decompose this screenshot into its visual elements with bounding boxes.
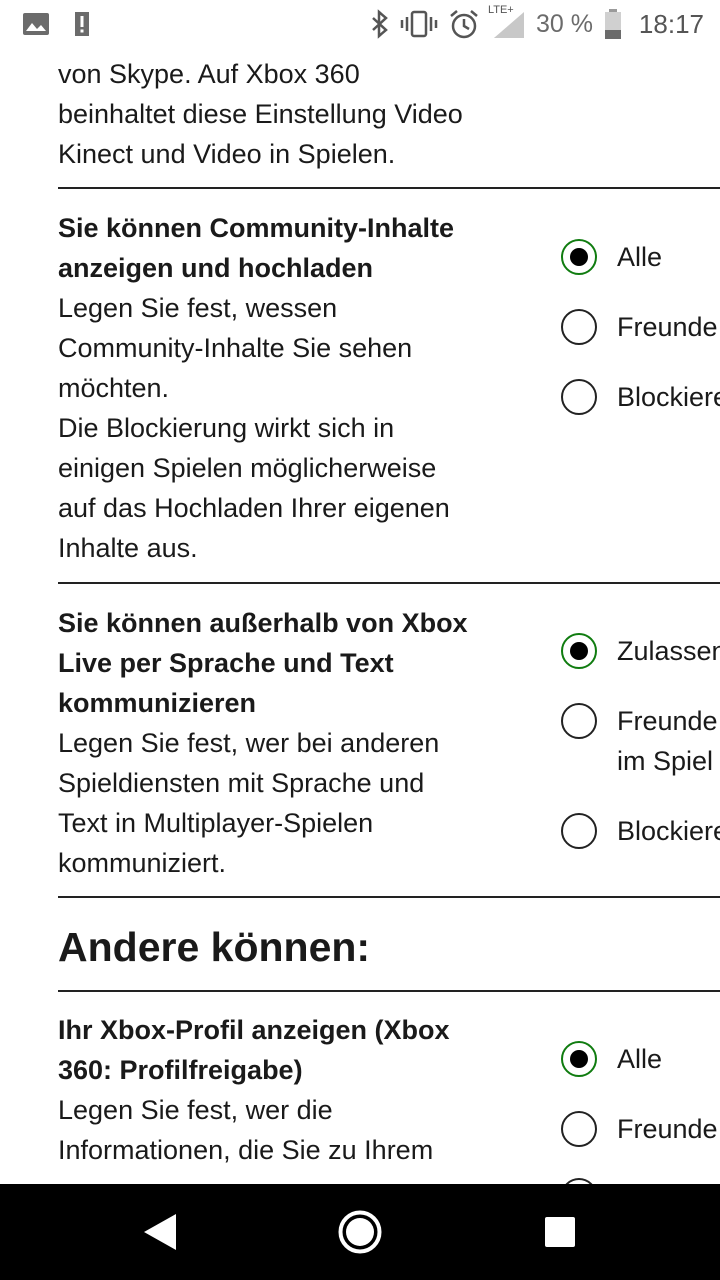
radio-option-zulassen[interactable]: Zulassen (561, 633, 720, 671)
text-line: von Skype. Auf Xbox 360 (58, 59, 360, 89)
alert-icon (72, 10, 92, 38)
setting-title-line: Sie können Community-Inhalte (58, 213, 455, 243)
setting-title-line: 360: Profilfreigabe) (58, 1055, 303, 1085)
lte-label: LTE+ (487, 4, 514, 16)
setting-description-line: einigen Spielen möglicherweise (58, 453, 437, 483)
divider (58, 990, 720, 992)
text-line: beinhaltet diese Einstellung Video (58, 99, 463, 129)
radio-label: Alle (617, 242, 663, 272)
setting-title-line: Sie können außerhalb von Xbox (58, 608, 468, 638)
divider (58, 896, 720, 898)
signal-icon: LTE+ (488, 4, 526, 40)
radio-option-alle[interactable]: Alle (561, 239, 662, 277)
setting-description-line: auf das Hochladen Ihrer eigenen (58, 493, 450, 523)
radio-button[interactable] (561, 309, 597, 345)
radio-label: Alle (617, 1044, 663, 1074)
radio-label-line: Freunde (617, 706, 718, 736)
setting-description-line: Legen Sie fest, wer die (58, 1095, 333, 1125)
setting-description-line: möchten. (58, 373, 170, 403)
setting-description-line: Text in Multiplayer-Spielen (58, 808, 374, 838)
recents-button[interactable] (500, 1184, 620, 1280)
radio-label: Freunde im Spiel (617, 701, 718, 781)
battery-percent: 30 % (535, 9, 593, 38)
radio-label: Blockieren (617, 816, 720, 846)
setting-title-line: Live per Sprache und Text (58, 648, 394, 678)
radio-button[interactable] (561, 813, 597, 849)
setting-description-line: Die Blockierung wirkt sich in (58, 413, 395, 443)
divider (58, 187, 720, 189)
image-icon (22, 12, 50, 36)
setting-title-line: anzeigen und hochladen (58, 253, 374, 283)
navigation-bar (0, 1184, 720, 1280)
home-button[interactable] (300, 1184, 420, 1280)
setting-description-line: Legen Sie fest, wer bei anderen (58, 728, 440, 758)
back-icon (144, 1214, 176, 1250)
setting-description-line: Informationen, die Sie zu Ihrem (58, 1135, 434, 1165)
radio-button-checked[interactable] (561, 633, 597, 669)
radio-button[interactable] (561, 1111, 597, 1147)
radio-button[interactable] (561, 703, 597, 739)
radio-option-freunde[interactable]: Freunde (561, 1111, 718, 1149)
setting-community-content: Sie können Community-Inhalte anzeigen un… (58, 208, 518, 568)
section-title: Andere können: (58, 924, 371, 970)
radio-option-blockieren[interactable]: Blockieren (561, 379, 720, 417)
privacy-settings-page: von Skype. Auf Xbox 360 beinhaltet diese… (0, 48, 720, 1184)
home-icon (338, 1210, 382, 1254)
setting-voice-text-outside-xbox: Sie können außerhalb von Xbox Live per S… (58, 603, 518, 883)
radio-option-blockieren[interactable]: Blockieren (561, 813, 720, 851)
radio-button[interactable] (561, 379, 597, 415)
setting-description-line: Community-Inhalte Sie sehen (58, 333, 413, 363)
radio-button-checked[interactable] (561, 1041, 597, 1077)
recents-icon (545, 1217, 575, 1247)
radio-option-freunde[interactable]: Freunde (561, 309, 718, 347)
clock: 18:17 (638, 8, 704, 39)
alarm-icon (448, 8, 480, 40)
setting-title-line: kommunizieren (58, 688, 257, 718)
radio-label: Zulassen (617, 636, 720, 666)
radio-label: Blockieren (617, 382, 720, 412)
radio-button-checked[interactable] (561, 239, 597, 275)
setting-description-line: kommuniziert. (58, 848, 227, 878)
setting-description-line: Legen Sie fest, wessen (58, 293, 338, 323)
battery-icon (603, 8, 623, 40)
setting-description-line: Spieldiensten mit Sprache und (58, 768, 425, 798)
radio-label: Freunde (617, 312, 718, 342)
radio-label-line: im Spiel (617, 746, 714, 776)
intro-text: von Skype. Auf Xbox 360 beinhaltet diese… (58, 54, 518, 174)
divider (58, 582, 720, 584)
setting-title-line: Ihr Xbox-Profil anzeigen (Xbox (58, 1015, 450, 1045)
status-bar: LTE+ 30 % 18:17 (0, 0, 720, 48)
back-button[interactable] (100, 1184, 220, 1280)
radio-option-freunde-im-spiel[interactable]: Freunde im Spiel (561, 703, 718, 781)
vibrate-icon (400, 9, 438, 39)
setting-view-profile: Ihr Xbox-Profil anzeigen (Xbox 360: Prof… (58, 1010, 518, 1170)
radio-label: Freunde (617, 1114, 718, 1144)
bluetooth-icon (370, 9, 390, 39)
radio-option-alle[interactable]: Alle (561, 1041, 662, 1079)
setting-description-line: Inhalte aus. (58, 533, 198, 563)
text-line: Kinect und Video in Spielen. (58, 139, 396, 169)
